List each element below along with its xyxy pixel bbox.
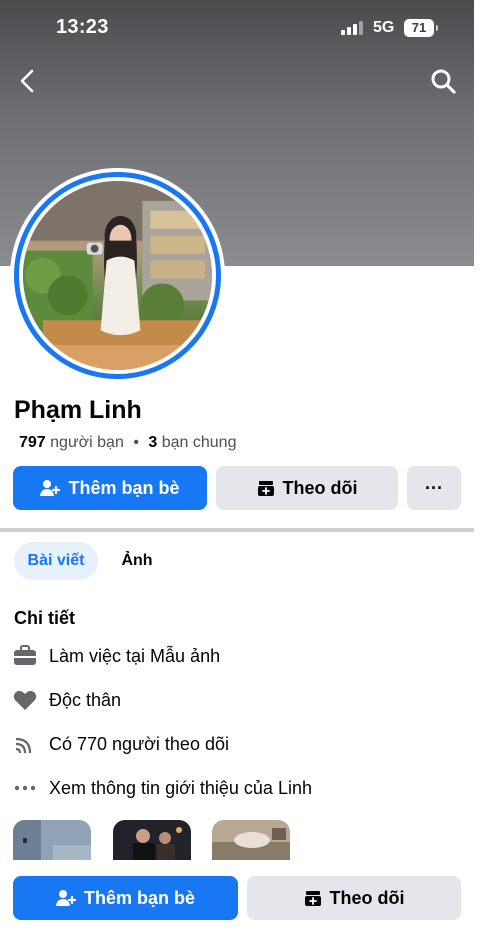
avatar[interactable] [10,168,225,383]
rss-icon [15,737,32,754]
briefcase-icon [14,645,36,665]
bottom-follow-button[interactable]: Theo dõi [247,876,461,920]
detail-followers-text: Có 770 người theo dõi [49,733,229,754]
detail-work: Làm việc tại Mẫu ảnh [12,641,220,671]
detail-work-text: Làm việc tại Mẫu ảnh [49,645,221,666]
detail-followers: Có 770 người theo dõi [12,729,229,759]
mutual-label: bạn chung [161,434,237,451]
follow-icon [304,891,321,906]
tab-photos-label: Ảnh [121,552,153,569]
story-ring [14,172,221,379]
heart-icon [13,690,37,710]
battery-level: 71 [411,20,427,35]
status-bar: 13:23 5G 71 [0,0,474,56]
more-icon: ··· [425,477,443,498]
section-divider [0,528,474,532]
friend-count: 797 [19,434,46,451]
chevron-left-icon [20,69,34,93]
tab-posts-label: Bài viết [27,552,85,569]
bottom-add-friend-label: Thêm bạn bè [83,887,195,908]
tab-photos[interactable]: Ảnh [110,542,164,580]
status-time: 13:23 [56,16,109,38]
search-icon [431,69,456,94]
featured-photo[interactable] [212,820,290,860]
mutual-count: 3 [148,434,158,451]
add-friend-button[interactable]: Thêm bạn bè [13,466,207,510]
see-about-link[interactable]: Xem thông tin giới thiệu của Linh [12,773,312,803]
bottom-add-friend-button[interactable]: Thêm bạn bè [13,876,238,920]
add-friend-icon [55,890,76,906]
network-type: 5G [373,19,395,36]
battery-icon: 71 [404,19,438,37]
separator-dot: • [133,434,139,451]
tab-posts[interactable]: Bài viết [14,542,98,580]
profile-name: Phạm Linh [14,396,142,424]
page-edge [474,0,489,934]
back-button[interactable] [14,66,42,96]
friends-summary[interactable]: 797 người bạn • 3 bạn chung [19,434,236,452]
detail-relationship: Độc thân [12,685,121,715]
more-dots-icon [14,785,36,791]
bottom-follow-label: Theo dõi [329,887,405,908]
follow-label: Theo dõi [282,477,358,498]
add-friend-icon [40,480,61,496]
detail-relationship-text: Độc thân [49,689,122,710]
featured-photo[interactable] [13,820,91,860]
see-about-text: Xem thông tin giới thiệu của Linh [49,777,312,798]
friends-label: người bạn [50,434,124,451]
more-options-button[interactable]: ··· [407,466,461,510]
follow-icon [257,481,274,496]
profile-photo [23,181,212,370]
follow-button[interactable]: Theo dõi [216,466,398,510]
search-button[interactable] [428,66,458,96]
details-title: Chi tiết [14,608,75,628]
featured-photo[interactable] [113,820,191,860]
signal-icon [341,21,365,35]
add-friend-label: Thêm bạn bè [68,477,180,498]
